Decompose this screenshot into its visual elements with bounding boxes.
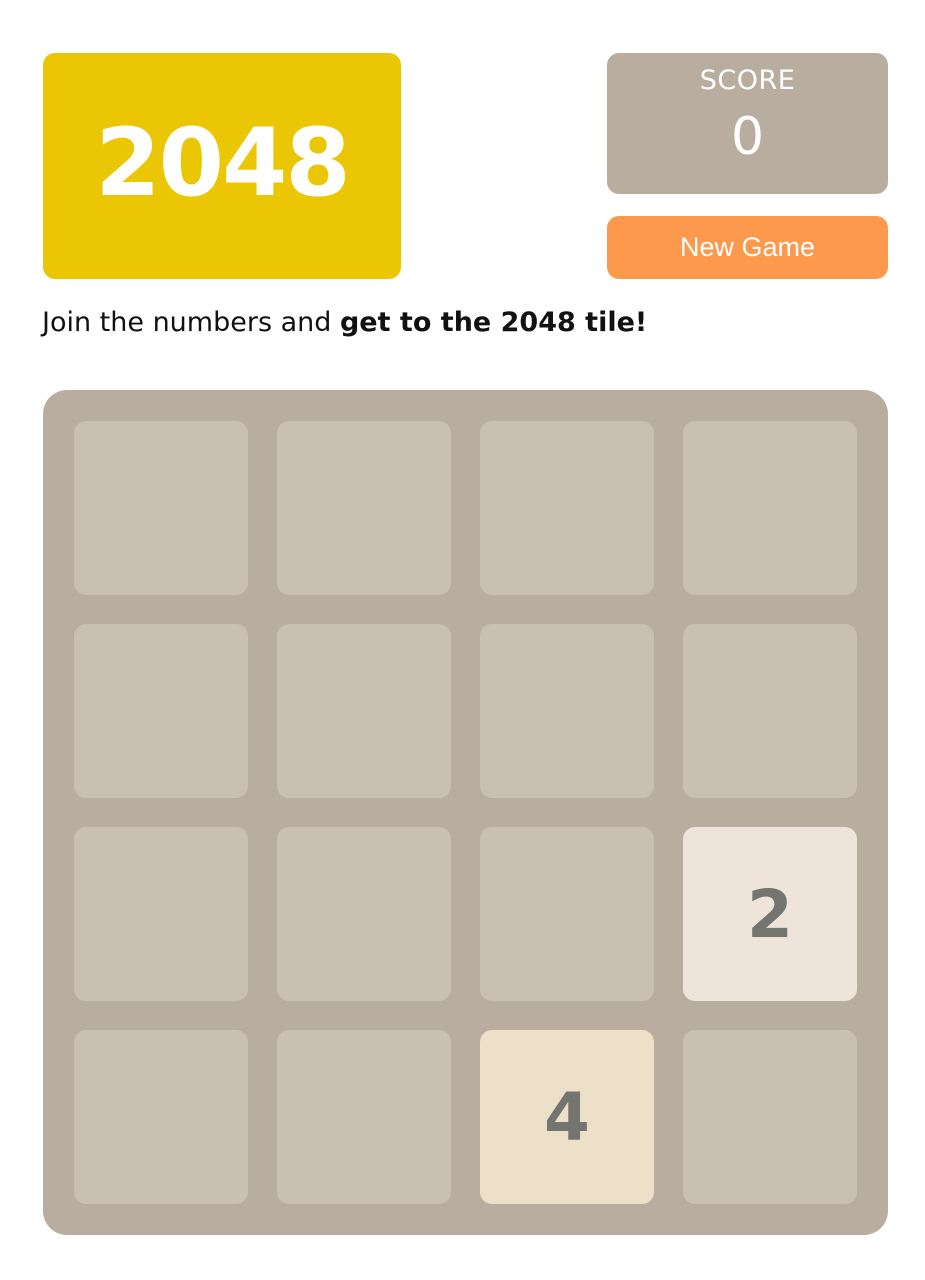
game-board[interactable]: 24 xyxy=(43,390,888,1235)
intro-text: Join the numbers and xyxy=(42,307,340,338)
empty-cell xyxy=(277,624,451,798)
empty-cell xyxy=(277,1030,451,1204)
tile-4: 4 xyxy=(480,1030,654,1204)
tile-value: 4 xyxy=(544,1078,590,1156)
empty-cell xyxy=(683,421,857,595)
score-label: SCORE xyxy=(699,65,796,96)
empty-cell xyxy=(74,421,248,595)
intro-goal-text: get to the 2048 tile! xyxy=(339,307,648,338)
empty-cell xyxy=(277,827,451,1001)
empty-cell xyxy=(683,624,857,798)
empty-cell xyxy=(683,1030,857,1204)
score-value: 0 xyxy=(730,107,765,167)
empty-cell xyxy=(480,624,654,798)
new-game-button[interactable]: New Game xyxy=(607,216,888,279)
game-logo: 2048 xyxy=(43,53,401,279)
empty-cell xyxy=(74,827,248,1001)
game-page: 2048 SCORE 0 New Game Join the numbers a… xyxy=(0,0,925,1280)
tile-2: 2 xyxy=(683,827,857,1001)
empty-cell xyxy=(74,624,248,798)
empty-cell xyxy=(277,421,451,595)
game-title: 2048 xyxy=(95,109,351,218)
empty-cell xyxy=(480,827,654,1001)
game-intro: Join the numbers and get to the 2048 til… xyxy=(42,307,647,338)
score-box: SCORE 0 xyxy=(607,53,888,194)
empty-cell xyxy=(480,421,654,595)
tile-value: 2 xyxy=(747,875,793,953)
empty-cell xyxy=(74,1030,248,1204)
